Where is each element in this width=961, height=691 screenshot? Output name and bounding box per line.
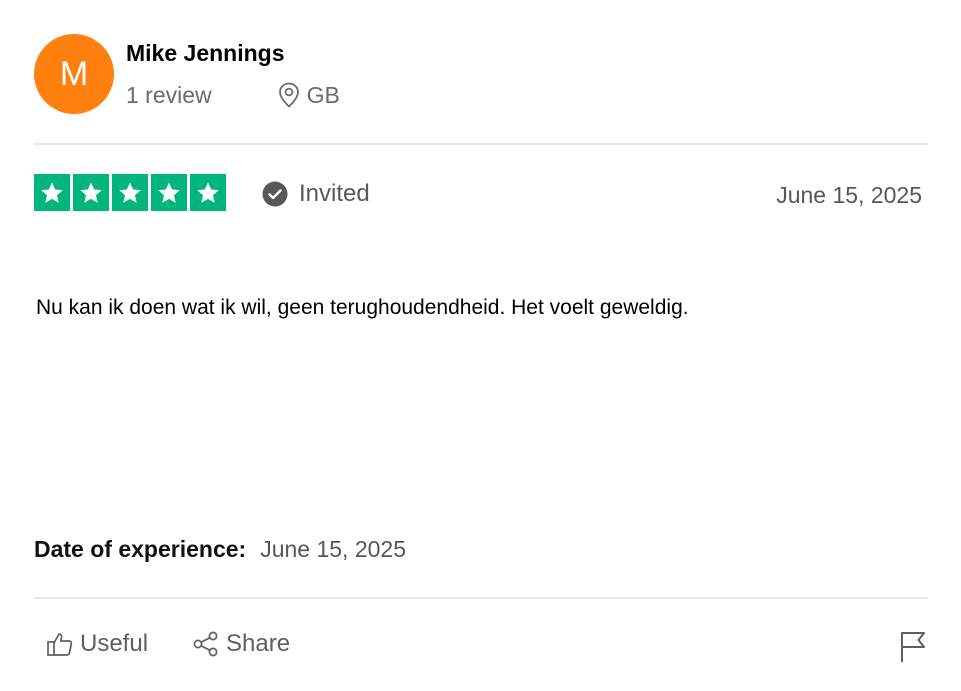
review-date: June 15, 2025 (776, 182, 922, 208)
country-code: GB (306, 81, 340, 108)
useful-label: Useful (80, 630, 149, 657)
star-icon (73, 174, 109, 211)
review-count: 1 review (126, 81, 212, 108)
date-of-experience: Date of experience: June 15, 2025 (34, 536, 406, 563)
header-divider (34, 143, 928, 145)
share-button[interactable]: Share (192, 630, 290, 658)
star-icon (190, 174, 226, 211)
star-icon (151, 174, 187, 211)
star-icon (112, 174, 148, 211)
reviewer-name[interactable]: Mike Jennings (126, 40, 284, 67)
invited-label: Invited (299, 180, 370, 207)
reviewer-meta: 1 review GB (126, 80, 340, 110)
flag-icon (901, 632, 925, 662)
review-text: Nu kan ik doen wat ik wil, geen terughou… (36, 296, 689, 319)
useful-button[interactable]: Useful (46, 630, 148, 658)
share-icon (193, 631, 218, 657)
thumbs-up-icon (47, 633, 73, 656)
experience-label: Date of experience: (34, 536, 247, 562)
report-button[interactable] (899, 630, 927, 669)
avatar-initial: M (59, 54, 89, 93)
location-pin-icon (278, 82, 299, 108)
experience-date: June 15, 2025 (260, 536, 406, 562)
check-circle-icon (262, 181, 288, 207)
share-label: Share (226, 630, 291, 657)
star-rating (34, 174, 226, 211)
invited-badge[interactable]: Invited (262, 178, 370, 210)
footer-divider (34, 597, 928, 599)
star-icon (34, 174, 70, 211)
avatar[interactable]: M (34, 34, 114, 114)
reviewer-location: GB (278, 82, 340, 109)
review-actions: Useful Share (46, 630, 290, 658)
